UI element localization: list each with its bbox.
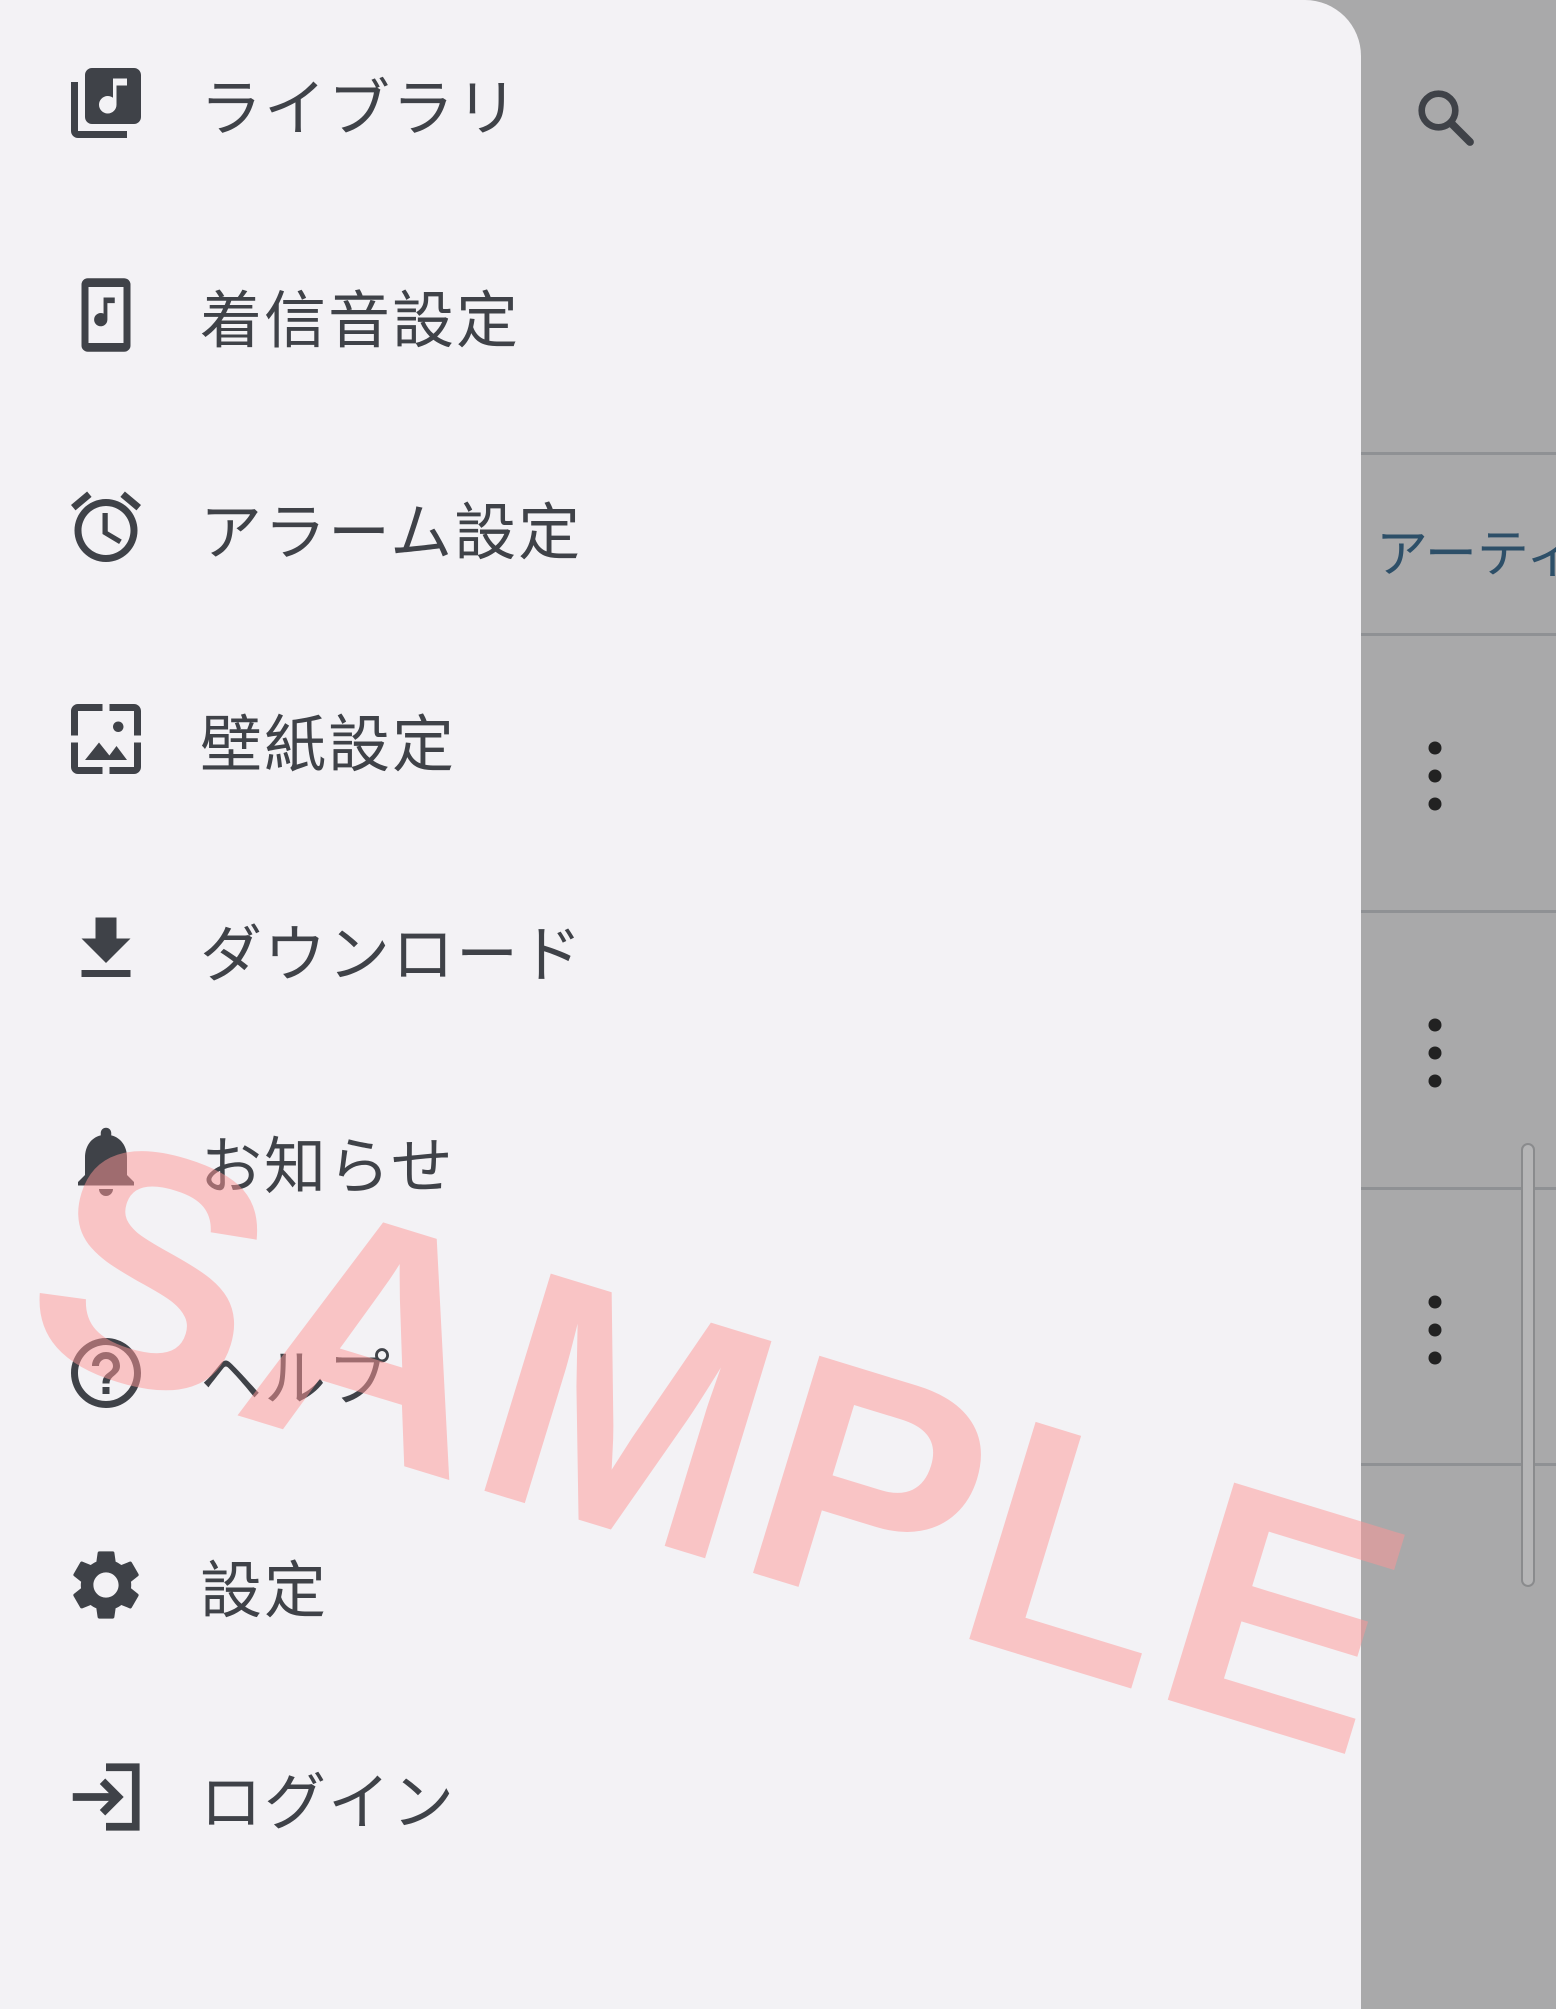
divider (1361, 910, 1556, 913)
more-vert-icon[interactable] (1418, 740, 1452, 812)
help-icon (64, 1331, 148, 1415)
drawer-item-ringtone[interactable]: 着信音設定 (0, 209, 1361, 421)
divider (1361, 633, 1556, 636)
drawer-item-help[interactable]: ヘルプ (0, 1267, 1361, 1479)
drawer-item-label: ダウンロード (200, 918, 585, 991)
search-icon[interactable] (1410, 82, 1482, 154)
screen: アーティ ライブラリ 着信音設定 アラーム設定 壁紙設定 ダウンロード お知らせ… (0, 0, 1556, 2009)
navigation-drawer: ライブラリ 着信音設定 アラーム設定 壁紙設定 ダウンロード お知らせ ヘルプ … (0, 0, 1361, 2009)
more-vert-icon[interactable] (1418, 1017, 1452, 1089)
tab-artist[interactable]: アーティ (1376, 512, 1556, 587)
scrollbar[interactable] (1521, 1143, 1535, 1587)
drawer-item-label: 壁紙設定 (200, 708, 457, 781)
login-icon (64, 1755, 148, 1839)
alarm-clock-icon (64, 485, 148, 569)
drawer-item-alarm[interactable]: アラーム設定 (0, 421, 1361, 633)
drawer-item-label: アラーム設定 (200, 496, 583, 569)
drawer-item-settings[interactable]: 設定 (0, 1479, 1361, 1691)
drawer-item-label: お知らせ (200, 1130, 455, 1203)
drawer-item-notifications[interactable]: お知らせ (0, 1055, 1361, 1267)
wallpaper-icon (64, 697, 148, 781)
bell-icon (64, 1119, 148, 1203)
more-vert-icon[interactable] (1418, 1294, 1452, 1366)
drawer-item-label: 設定 (200, 1554, 329, 1627)
drawer-item-wallpaper[interactable]: 壁紙設定 (0, 633, 1361, 845)
background-app-scrim[interactable] (1361, 0, 1556, 2009)
download-icon (64, 907, 148, 991)
drawer-item-label: ヘルプ (200, 1342, 393, 1415)
library-music-icon (64, 61, 148, 145)
drawer-item-label: ライブラリ (200, 72, 521, 145)
gear-icon (64, 1543, 148, 1627)
drawer-item-label: ログイン (200, 1766, 457, 1839)
divider (1361, 452, 1556, 455)
drawer-item-login[interactable]: ログイン (0, 1691, 1361, 1903)
drawer-item-library[interactable]: ライブラリ (0, 0, 1361, 209)
drawer-item-download[interactable]: ダウンロード (0, 843, 1361, 1055)
ringtone-phone-icon (64, 273, 148, 357)
drawer-item-label: 着信音設定 (200, 284, 521, 357)
